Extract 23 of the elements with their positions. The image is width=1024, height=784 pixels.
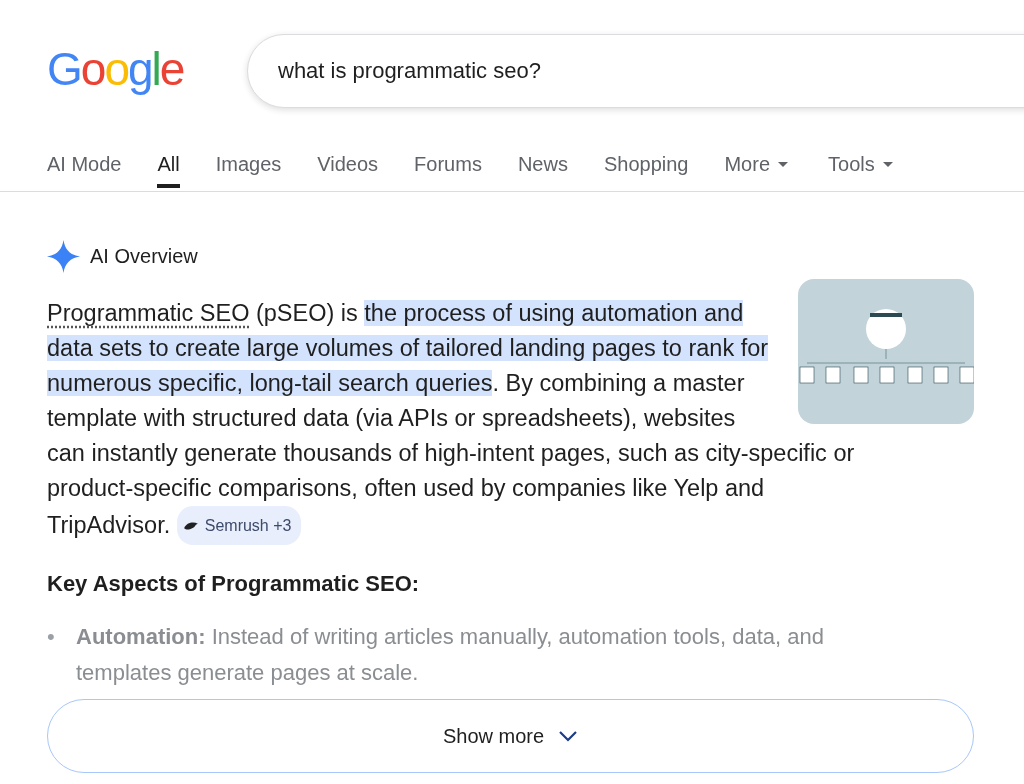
chevron-down-icon bbox=[558, 730, 579, 742]
overview-paragraph: Programmatic SEO (pSEO) is the process of using automation and data sets to create large volumes of tailored landing pages to rank for numerous specific, long-tail search queries. By combining a master template with structured data (via APIs or spreadsheets), websites can instantly generate thousands of high-intent pages, such as city-specific or product-specific comparisons, often used by companies like Yelp and TripAdvisor. Semrush +3 bbox=[47, 296, 879, 545]
search-tab[interactable]: News bbox=[517, 153, 568, 192]
section-heading: Key Aspects of Programmatic SEO: bbox=[47, 571, 421, 597]
sparkle-icon bbox=[47, 239, 80, 273]
diagram-thumbnail[interactable] bbox=[798, 279, 974, 424]
search-field[interactable]: what is programmatic seo? bbox=[247, 34, 1024, 108]
search-tab[interactable]: AI Mode bbox=[47, 153, 122, 192]
google-logo[interactable]: Google bbox=[47, 42, 247, 96]
bullet-marker: • bbox=[47, 623, 56, 651]
search-tab[interactable]: Forums bbox=[414, 153, 482, 192]
search-tab[interactable]: Videos bbox=[317, 153, 379, 192]
term-link[interactable]: Programmatic SEO bbox=[47, 300, 250, 326]
search-tab[interactable]: Tools bbox=[828, 153, 893, 192]
search-tab[interactable]: All bbox=[157, 153, 180, 188]
bullet-text: Automation: Instead of writing articles manually, automation tools, data, and templates generate pages at scale. bbox=[76, 623, 825, 687]
swirl-icon bbox=[182, 520, 199, 531]
source-chip[interactable]: Semrush +3 bbox=[176, 506, 302, 545]
ai-overview-title: AI Overview bbox=[90, 244, 198, 268]
search-tab[interactable]: Shopping bbox=[603, 153, 689, 192]
search-tab[interactable]: Images bbox=[215, 153, 282, 192]
search-tab[interactable]: More bbox=[724, 153, 789, 192]
show-more-button[interactable]: Show more bbox=[47, 699, 974, 773]
